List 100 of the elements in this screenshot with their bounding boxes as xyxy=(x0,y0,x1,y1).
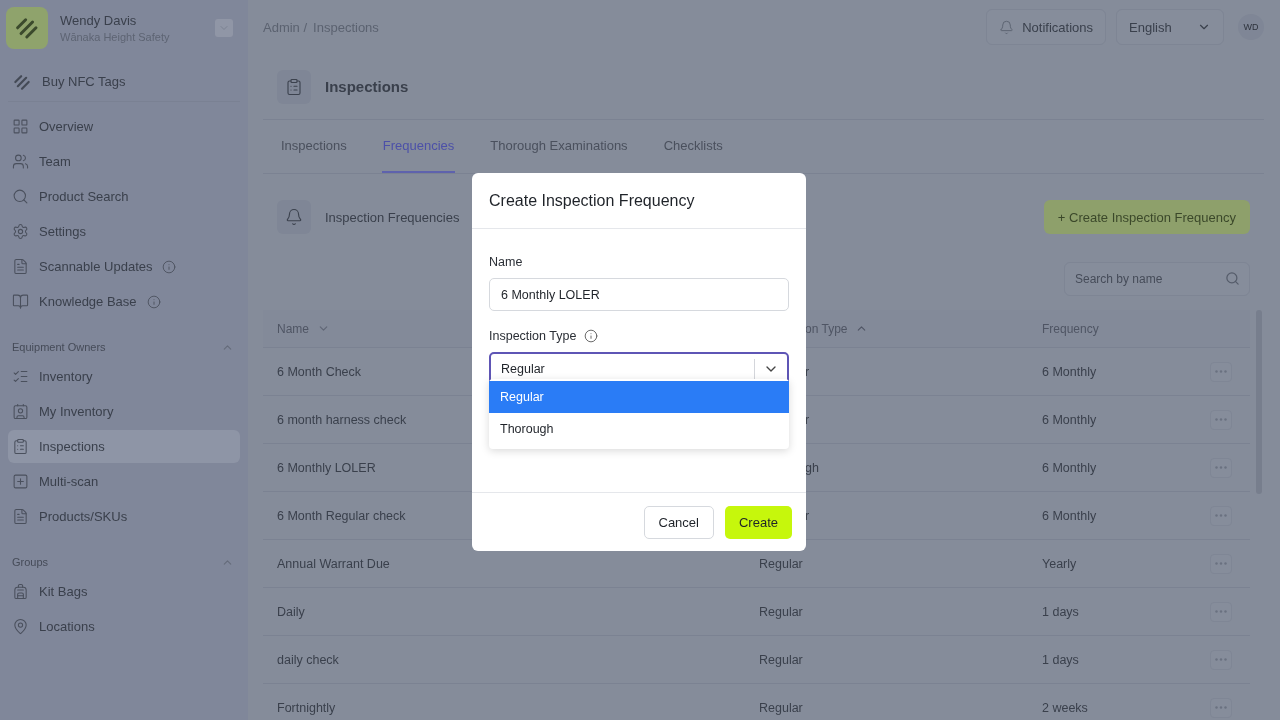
table-cell: r xyxy=(805,364,810,379)
nav-label: Knowledge Base xyxy=(39,294,137,309)
table-cell: Regular xyxy=(759,700,803,715)
section-title: Equipment Owners xyxy=(12,341,106,353)
table-cell: 1 days xyxy=(1042,604,1079,619)
nav-item[interactable]: Product Search xyxy=(8,180,240,213)
clipboard-icon xyxy=(277,69,311,104)
nav-item[interactable]: Products/SKUs xyxy=(8,500,240,533)
tab[interactable]: Inspections xyxy=(280,120,348,173)
bell-icon xyxy=(277,200,311,234)
section-title: Inspection Frequencies xyxy=(325,209,460,225)
users-icon xyxy=(12,153,29,170)
nav-item[interactable]: Scannable Updates xyxy=(8,250,240,283)
nav-item[interactable]: Multi-scan xyxy=(8,465,240,498)
create-button[interactable]: + Create Inspection Frequency xyxy=(1043,200,1250,234)
table-cell: 6 Monthly xyxy=(1042,508,1097,523)
section-title: Groups xyxy=(12,556,49,568)
table-cell: 6 Month Regular check xyxy=(277,508,406,523)
more-button[interactable] xyxy=(1210,505,1232,526)
nav-label: Multi-scan xyxy=(39,474,99,489)
nav-label: Inventory xyxy=(39,369,93,384)
book-icon xyxy=(12,293,29,310)
nav-item[interactable]: Settings xyxy=(8,215,240,248)
nav-label: Inspections xyxy=(39,439,105,454)
table-cell: r xyxy=(805,412,810,427)
nav-label: Locations xyxy=(39,619,95,634)
nav-label: Overview xyxy=(39,119,94,134)
map-pin-icon xyxy=(12,618,29,635)
contact-card-icon xyxy=(12,403,29,420)
notifications-button[interactable]: Notifications xyxy=(986,9,1106,45)
dialog-title: Create Inspection Frequency xyxy=(472,173,806,229)
company-logo xyxy=(6,7,48,49)
promo-item[interactable]: Buy NFC Tags xyxy=(8,62,240,102)
promo-label: Buy NFC Tags xyxy=(42,74,126,89)
tab[interactable]: Frequencies xyxy=(381,120,456,173)
more-button[interactable] xyxy=(1210,601,1232,622)
document-icon xyxy=(12,258,29,275)
nav-label: Kit Bags xyxy=(39,584,88,599)
tab[interactable]: Checklists xyxy=(662,120,724,173)
table-cell: Regular xyxy=(759,652,803,667)
table-cell: 6 Month Check xyxy=(277,364,362,379)
table-cell: Annual Warrant Due xyxy=(277,556,390,571)
table-cell: 6 Monthly xyxy=(1042,412,1097,427)
table-cell: 6 month harness check xyxy=(277,412,407,427)
name-input[interactable]: 6 Monthly LOLER xyxy=(489,278,789,311)
field-label: Name xyxy=(489,255,524,269)
nav-item[interactable]: My Inventory xyxy=(8,395,240,428)
table-cell: r xyxy=(805,508,810,523)
more-button[interactable] xyxy=(1210,553,1232,574)
search-icon xyxy=(12,188,29,205)
page-title: Inspections xyxy=(325,78,409,95)
more-button[interactable] xyxy=(1210,409,1232,430)
nav-item[interactable]: Kit Bags xyxy=(8,575,240,608)
nav-label: My Inventory xyxy=(39,404,114,419)
nav-label: Team xyxy=(39,154,71,169)
table-cell: 6 Monthly LOLER xyxy=(277,460,376,475)
nav-label: Product Search xyxy=(39,189,129,204)
nav-item[interactable]: Knowledge Base xyxy=(8,285,240,318)
info-icon[interactable] xyxy=(146,294,161,309)
dropdown-option[interactable]: Regular xyxy=(489,381,789,413)
table-cell: Yearly xyxy=(1042,556,1077,571)
table-cell: gh xyxy=(805,460,819,475)
nav-label: Scannable Updates xyxy=(39,259,153,274)
language-select[interactable]: English xyxy=(1116,9,1224,45)
grid-icon xyxy=(12,118,29,135)
info-icon[interactable] xyxy=(584,329,599,343)
table-cell: 6 Monthly xyxy=(1042,364,1097,379)
clipboard-icon xyxy=(12,438,29,455)
bell-icon xyxy=(999,19,1015,35)
table-cell: Regular xyxy=(759,556,803,571)
table-cell: Fortnightly xyxy=(277,700,336,715)
dropdown-option[interactable]: Thorough xyxy=(489,413,789,445)
nav-item[interactable]: Locations xyxy=(8,610,240,643)
nav-item[interactable]: Overview xyxy=(8,110,240,143)
more-button[interactable] xyxy=(1210,697,1232,718)
tab[interactable]: Thorough Examinations xyxy=(489,120,629,173)
document-icon xyxy=(12,508,29,525)
field-label: Inspection Type xyxy=(489,329,577,343)
table-cell: 2 weeks xyxy=(1042,700,1088,715)
user-name: Wendy Davis xyxy=(60,13,138,28)
nav-item[interactable]: Team xyxy=(8,145,240,178)
table-cell: Regular xyxy=(759,604,803,619)
cancel-button[interactable]: Cancel xyxy=(643,505,714,539)
create-button[interactable]: Create xyxy=(724,505,792,539)
user-avatar[interactable]: WD xyxy=(1238,14,1264,40)
list-icon xyxy=(12,368,29,385)
table-cell: 6 Monthly xyxy=(1042,460,1097,475)
settings-icon xyxy=(12,223,29,240)
table-cell: 1 days xyxy=(1042,652,1079,667)
nav-label: Products/SKUs xyxy=(39,509,128,524)
more-button[interactable] xyxy=(1210,361,1232,382)
nav-item[interactable]: Inventory xyxy=(8,360,240,393)
info-icon[interactable] xyxy=(162,259,177,274)
search-icon xyxy=(1225,271,1240,286)
nav-item[interactable]: Inspections xyxy=(8,430,240,463)
more-button[interactable] xyxy=(1210,457,1232,478)
more-button[interactable] xyxy=(1210,649,1232,670)
search-field[interactable]: Search by name xyxy=(1064,262,1250,296)
plus-square-icon xyxy=(12,473,29,490)
backpack-icon xyxy=(12,583,29,600)
